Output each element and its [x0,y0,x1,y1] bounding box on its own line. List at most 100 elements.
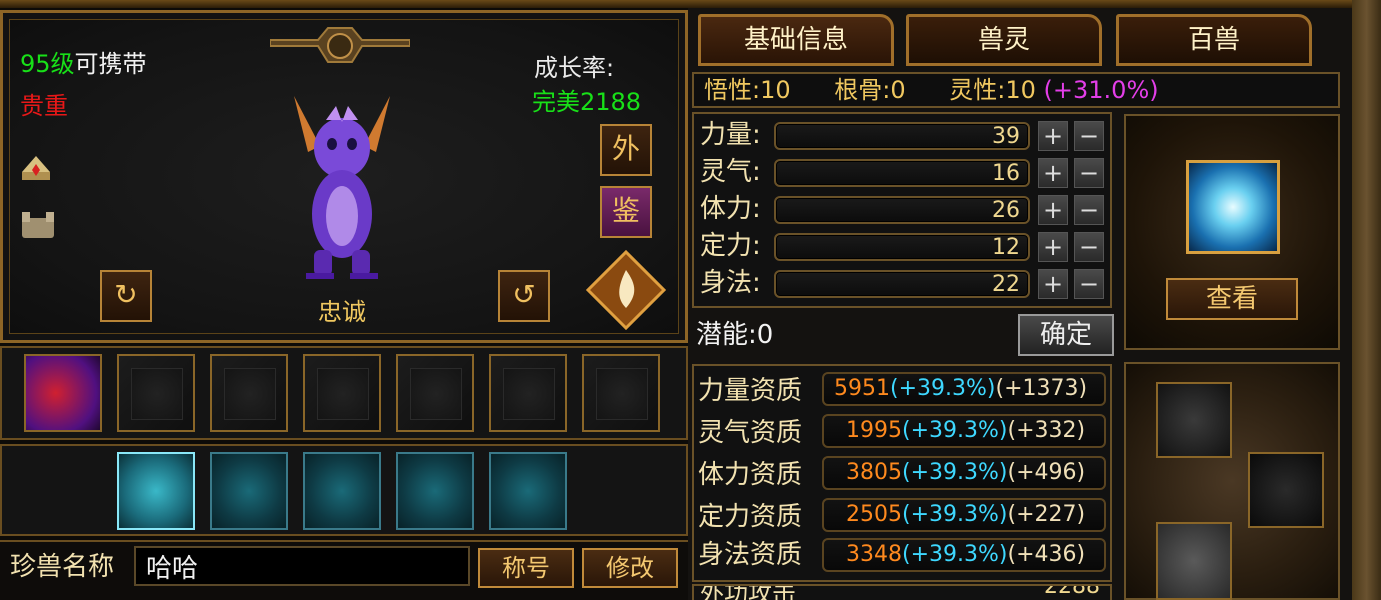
lingxing-text: 灵性:10 [949,76,1036,104]
gem-slot[interactable] [396,452,474,530]
stat-label: 身法: [700,268,761,298]
quality-add: (+332) [1007,418,1086,443]
confirm-button[interactable]: 确定 [1018,314,1114,356]
quality-add: (+227) [1007,502,1086,527]
gem-slot[interactable] [210,452,288,530]
view-button[interactable]: 查看 [1166,278,1298,320]
minus-button[interactable]: − [1074,269,1104,299]
quality-value-box: 2505(+39.3%)(+227) [822,498,1106,532]
pet-model [286,86,398,280]
quality-add: (+496) [1007,460,1086,485]
stat-bar: 16 [774,159,1030,187]
skill-slot-placeholder-icon [596,368,648,420]
minus-button[interactable]: − [1074,121,1104,151]
quality-pct: (+39.3%) [902,502,1008,527]
title-button[interactable]: 称号 [478,548,574,588]
tab-basic-info[interactable]: 基础信息 [698,14,894,66]
quality-base: 5951 [834,376,890,401]
quality-pct: (+39.3%) [902,542,1008,567]
skill-slot[interactable] [303,354,381,432]
minus-button[interactable]: − [1074,232,1104,262]
outfit-label: 外 [611,132,640,165]
quality-base: 1995 [846,418,902,443]
quality-label: 体力资质 [698,460,803,490]
lingxing-bonus: (+31.0%) [1043,76,1159,104]
equip-slot-claw[interactable] [1248,452,1324,528]
quality-pct: (+39.3%) [890,376,996,401]
stat-bar: 22 [774,270,1030,298]
skill-slot[interactable] [396,354,474,432]
appraise-label: 鉴 [611,194,640,227]
stat-bar: 12 [774,233,1030,261]
tab-hundred-beasts[interactable]: 百兽 [1116,14,1312,66]
quality-value-box: 1995(+39.3%)(+332) [822,414,1106,448]
skill-slot[interactable] [210,354,288,432]
skill-slot[interactable] [117,354,195,432]
skill-slot-placeholder-icon [410,368,462,420]
quality-label: 身法资质 [698,540,803,570]
modify-button[interactable]: 修改 [582,548,678,588]
attack-row: 外功攻击 2288 [692,584,1112,600]
skill-slot[interactable] [582,354,660,432]
attack-value: 2288 [1044,584,1100,599]
potential-label: 潜能:0 [696,320,774,350]
skill-slot-active[interactable] [24,354,102,432]
flame-icon[interactable] [585,249,667,331]
quality-label: 力量资质 [698,376,803,406]
spirit-icon[interactable] [1186,160,1280,254]
gem-slot[interactable] [489,452,567,530]
appraise-button[interactable]: 鉴 [600,186,652,238]
rotate-left-button[interactable]: ↻ [100,270,152,322]
quality-base: 3348 [846,542,902,567]
top-border [0,0,1381,8]
gem-slot[interactable] [303,452,381,530]
stat-value: 22 [992,272,1020,297]
rarity-label: 贵重 [20,92,68,120]
quality-value-box: 3348(+39.3%)(+436) [822,538,1106,572]
carry-text: 可携带 [74,50,147,78]
aptitude-line: 悟性:10 根骨:0 灵性:10 (+31.0%) [692,72,1340,108]
quality-add: (+1373) [995,376,1088,401]
plus-button[interactable]: + [1038,195,1068,225]
growth-label: 成长率: [534,54,615,82]
quality-value-box: 3805(+39.3%)(+496) [822,456,1106,490]
armor-icon[interactable] [18,208,58,244]
stat-label: 体力: [700,194,761,224]
stat-bar: 26 [774,196,1030,224]
stat-value: 16 [992,161,1020,186]
stat-value: 26 [992,198,1020,223]
rotate-right-button[interactable]: ↺ [498,270,550,322]
quality-pct: (+39.3%) [902,418,1008,443]
plus-button[interactable]: + [1038,158,1068,188]
gem-slot-active[interactable] [117,452,195,530]
tab-beast-spirit[interactable]: 兽灵 [906,14,1102,66]
loyalty-label: 忠诚 [318,298,366,326]
minus-button[interactable]: − [1074,158,1104,188]
plus-button[interactable]: + [1038,232,1068,262]
skill-slot-placeholder-icon [317,368,369,420]
equip-slot-head[interactable] [1156,382,1232,458]
attack-label: 外功攻击 [700,584,796,600]
hat-icon[interactable] [18,150,54,186]
skill-slot[interactable] [489,354,567,432]
outfit-button[interactable]: 外 [600,124,652,176]
quality-base: 2505 [846,502,902,527]
stat-bar: 39 [774,122,1030,150]
plus-button[interactable]: + [1038,269,1068,299]
stat-value: 39 [992,124,1020,149]
minus-button[interactable]: − [1074,195,1104,225]
quality-add: (+436) [1007,542,1086,567]
quality-value-box: 5951(+39.3%)(+1373) [822,372,1106,406]
ornament-icon [269,22,411,70]
equip-slot-body[interactable] [1156,522,1232,600]
quality-pct: (+39.3%) [902,460,1008,485]
skill-slot-placeholder-icon [224,368,276,420]
stat-label: 力量: [700,120,761,150]
pet-name-label: 珍兽名称 [10,552,115,582]
pet-name-input[interactable] [134,546,470,586]
skill-slot-placeholder-icon [131,368,183,420]
right-edge-texture [1352,0,1381,600]
quality-label: 灵气资质 [698,418,803,448]
quality-label: 定力资质 [698,502,803,532]
plus-button[interactable]: + [1038,121,1068,151]
